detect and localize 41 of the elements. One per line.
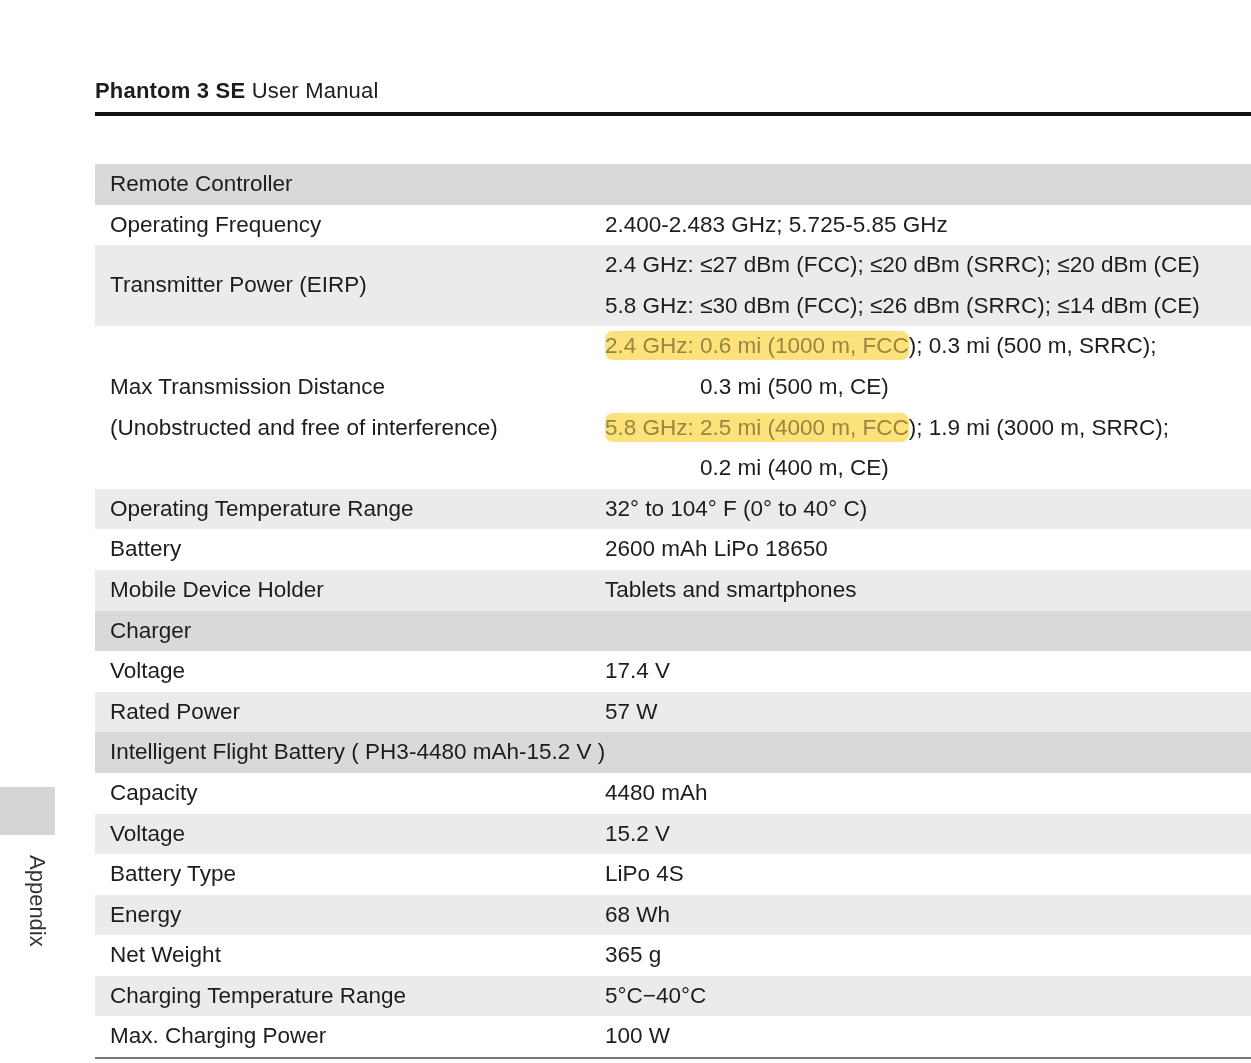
spec-value: 17.4 V [605, 657, 672, 686]
spec-label: Operating Frequency [110, 210, 323, 239]
spec-label: (Unobstructed and free of interference) [110, 413, 499, 442]
spec-value: 32° to 104° F (0° to 40° C) [605, 494, 869, 523]
spec-value: 68 Wh [605, 900, 672, 929]
spec-value: 5.8 GHz: ≤30 dBm (FCC); ≤26 dBm (SRRC); ≤14 dBm (CE) [605, 291, 1201, 320]
spec-label: Rated Power [110, 697, 242, 726]
spec-label: Net Weight [110, 941, 222, 970]
spec-label: Capacity [110, 778, 199, 807]
spec-label: Operating Temperature Range [110, 494, 415, 523]
spec-value: 2.4 GHz: ≤27 dBm (FCC); ≤20 dBm (SRRC); ≤20 dBm (CE) [605, 251, 1201, 280]
spec-label: Voltage [110, 819, 187, 848]
spec-label: Transmitter Power (EIRP) [110, 271, 368, 300]
spec-value: 5.8 GHz: 2.5 mi (4000 m, FCC); 1.9 mi (3000 m, SRRC); [605, 411, 1170, 444]
spec-value: 0.3 mi (500 m, CE) [699, 372, 890, 401]
section-tab-label: Appendix [24, 855, 50, 947]
tab-marker [0, 787, 55, 835]
spec-label: Max. Charging Power [110, 1022, 328, 1051]
manual-title: Phantom 3 SE User Manual [95, 78, 380, 104]
spec-value: 2600 mAh LiPo 18650 [605, 535, 829, 564]
section-title: Charger [110, 616, 193, 645]
spec-value: 365 g [605, 941, 663, 970]
spec-label: Battery Type [110, 860, 237, 889]
spec-label: Voltage [110, 657, 187, 686]
spec-label: Charging Temperature Range [110, 981, 407, 1010]
spec-label: Energy [110, 900, 183, 929]
spec-value: 5°C−40°C [605, 981, 708, 1010]
spec-value: 57 W [605, 697, 659, 726]
spec-label: Battery [110, 535, 183, 564]
spec-value: 0.2 mi (400 m, CE) [699, 454, 890, 483]
section-title: Remote Controller [110, 170, 294, 198]
spec-label: Mobile Device Holder [110, 575, 325, 604]
spec-value: 2.400-2.483 GHz; 5.725-5.85 GHz [605, 210, 949, 239]
spec-value: 4480 mAh [605, 778, 709, 807]
spec-value: LiPo 4S [605, 860, 685, 889]
section-title: Intelligent Flight Battery ( PH3-4480 mAh-15.2 V ) [110, 738, 605, 767]
spec-value: 15.2 V [605, 819, 672, 848]
spec-value: 2.4 GHz: 0.6 mi (1000 m, FCC); 0.3 mi (500 m, SRRC); [605, 330, 1158, 363]
spec-label: Max Transmission Distance [110, 372, 387, 401]
spec-value: Tablets and smartphones [605, 575, 858, 604]
spec-value: 100 W [605, 1022, 672, 1051]
